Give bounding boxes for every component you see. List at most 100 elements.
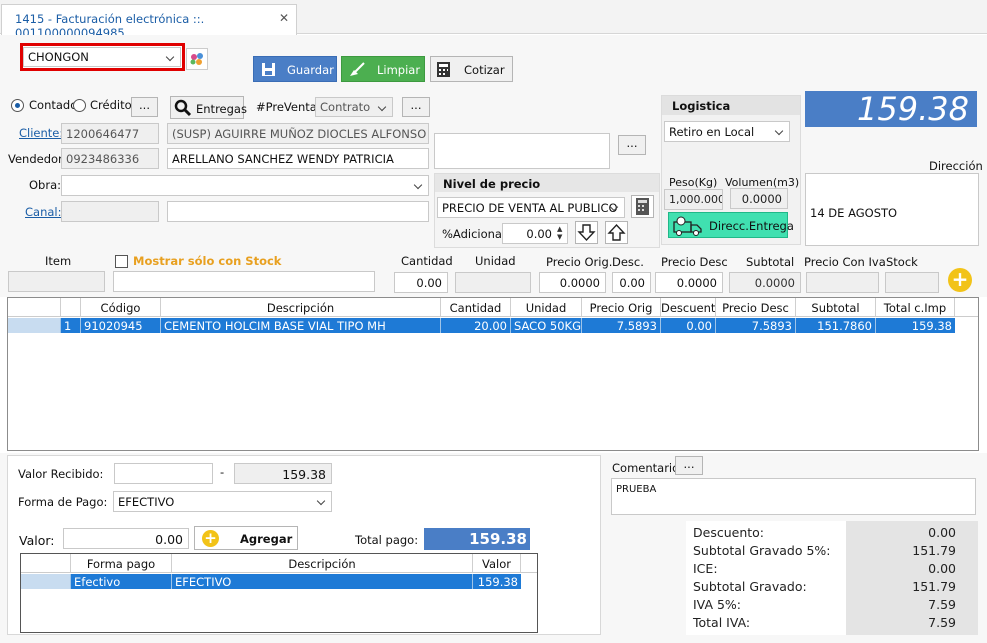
payment-row-indicator[interactable] [21,574,70,589]
total-display: 159.38 [805,91,977,127]
grid-header-unidad[interactable]: Unidad [510,298,581,316]
valor-recibido-field[interactable] [114,463,213,484]
cell-descripcion: EFECTIVO [171,574,472,589]
cotizar-label: Cotizar [464,63,505,77]
price-up-button[interactable] [605,221,628,244]
summary-iva-5: IVA 5%: 7.59 [693,597,956,612]
item-code-field[interactable] [8,271,105,292]
precio-orig-field[interactable]: 0.0000 [539,272,606,293]
guardar-label: Guardar [287,63,334,77]
grid-header-total[interactable]: Total c.Imp [875,298,955,316]
row-indicator[interactable] [8,318,60,333]
logistica-value: Retiro en Local [669,125,755,139]
grid-header-subtotal[interactable]: Subtotal [795,298,875,316]
limpiar-label: Limpiar [377,63,421,77]
notes-more-button[interactable]: ... [618,135,646,155]
credito-radio[interactable] [73,99,86,112]
volumen-field: 0.0000 [730,188,788,209]
payments-header-valor[interactable]: Valor [472,554,521,572]
cell-descripcion: CEMENTO HOLCIM BASE VIAL TIPO MH [160,318,440,333]
vendedor-label: Vendedor: [8,152,67,166]
contado-label: Contado [29,98,78,112]
precio-calculator-button[interactable] [631,195,654,218]
item-description-field[interactable] [113,271,375,292]
vendedor-id-field: 0923486336 [61,148,159,169]
summary-total-iva: Total IVA: 7.59 [693,615,956,630]
grid-header-codigo[interactable]: Código [80,298,160,316]
grid-header-descuento[interactable]: Descuento [660,298,715,316]
search-icon [174,99,192,117]
limpiar-button[interactable]: Limpiar [341,56,425,82]
subtotal-field: 0.0000 [729,272,801,293]
grid-header-num [60,298,69,316]
contado-radio[interactable] [11,99,24,112]
table-row[interactable]: 1 91020945 CEMENTO HOLCIM BASE VIAL TIPO… [60,318,955,333]
branch-select[interactable]: CHONGON [23,47,181,67]
preventa-label: #PreVenta: [256,100,321,114]
comentario-field[interactable]: PRUEBA [611,478,976,515]
unidad-field [455,272,531,293]
subtotal-label: Subtotal [746,255,795,269]
desc-field[interactable]: 0.00 [612,272,651,293]
summary-subtotal-gravado-5: Subtotal Gravado 5%: 151.79 [693,543,956,558]
summary-ice: ICE: 0.00 [693,561,956,576]
calculator-icon [636,198,649,215]
grid-header-precio-desc[interactable]: Precio Desc [715,298,795,316]
direcc-entrega-button[interactable]: Direcc.Entrega [668,212,794,238]
stock-label: Stock [886,255,918,269]
close-icon[interactable]: ✕ [279,11,289,25]
cell-subtotal: 151.7860 [795,318,875,333]
table-row[interactable]: Efectivo EFECTIVO 159.38 [70,574,521,589]
summary-descuento: Descuento: 0.00 [693,525,956,540]
tab-facturacion[interactable]: 1415 - Facturación electrónica ::. 00110… [1,4,297,40]
forma-pago-select[interactable]: EFECTIVO [113,491,332,512]
cliente-link[interactable]: Cliente: [19,126,63,140]
payments-grid: Forma pago Descripción Valor Efectivo EF… [20,553,538,633]
valor-field[interactable]: 0.00 [63,528,189,549]
precio-orig-label: Precio Orig. [546,255,613,269]
precio-desc-field[interactable]: 0.0000 [655,272,723,293]
color-palette-button[interactable] [186,48,208,70]
cantidad-field[interactable]: 0.00 [394,272,448,293]
price-down-button[interactable] [575,221,598,244]
canal-link[interactable]: Canal: [25,205,61,219]
comentario-more-button[interactable]: ... [675,456,703,475]
preventa-select[interactable]: Contrato [315,97,393,117]
grid-header-cantidad[interactable]: Cantidad [440,298,510,316]
payments-header-descripcion[interactable]: Descripción [171,554,472,572]
nivel-precio-select[interactable]: PRECIO DE VENTA AL PUBLICO [437,197,625,218]
spinner-arrows-icon[interactable]: ▲ ▼ [557,225,562,241]
stock-only-label: Mostrar sólo con Stock [133,254,282,268]
guardar-button[interactable]: Guardar [253,56,337,82]
cell-valor: 159.38 [472,574,521,589]
total-pago-value: 159.38 [424,528,530,550]
unidad-label: Unidad [475,254,516,268]
branch-value: CHONGON [28,50,89,64]
add-item-icon[interactable]: + [948,268,972,292]
preventa-more-button[interactable]: ... [402,97,430,117]
obra-select[interactable] [61,175,429,196]
cliente-name-field: (SUSP) AGUIRRE MUÑOZ DIOCLES ALFONSO [167,123,429,144]
vendedor-name-field[interactable]: ARELLANO SANCHEZ WENDY PATRICIA [167,148,429,169]
agregar-label: Agregar [240,532,293,546]
payments-header-forma[interactable]: Forma pago [70,554,171,572]
logistica-select[interactable]: Retiro en Local [664,121,790,142]
canal-name-field[interactable] [167,201,429,222]
credito-more-button[interactable]: ... [131,97,158,117]
stock-field [885,272,939,293]
grid-header-precio-orig[interactable]: Precio Orig [581,298,660,316]
payments-grid-header: Forma pago Descripción Valor [21,554,537,573]
direcc-entrega-label: Direcc.Entrega [709,219,794,233]
cotizar-button[interactable]: Cotizar [430,56,513,82]
truck-icon [673,216,702,236]
desc-label: Desc. [612,255,644,269]
entregas-button[interactable]: Entregas [170,96,247,119]
cantidad-label: Cantidad [401,254,453,268]
direccion-field[interactable]: 14 DE AGOSTO [805,173,979,246]
stock-only-checkbox[interactable] [115,255,128,268]
grid-header-descripcion[interactable]: Descripción [160,298,440,316]
agregar-button[interactable]: + Agregar [194,526,298,550]
notes-box[interactable] [434,133,610,169]
row-number: 1 [60,318,80,333]
palette-icon [190,53,203,65]
